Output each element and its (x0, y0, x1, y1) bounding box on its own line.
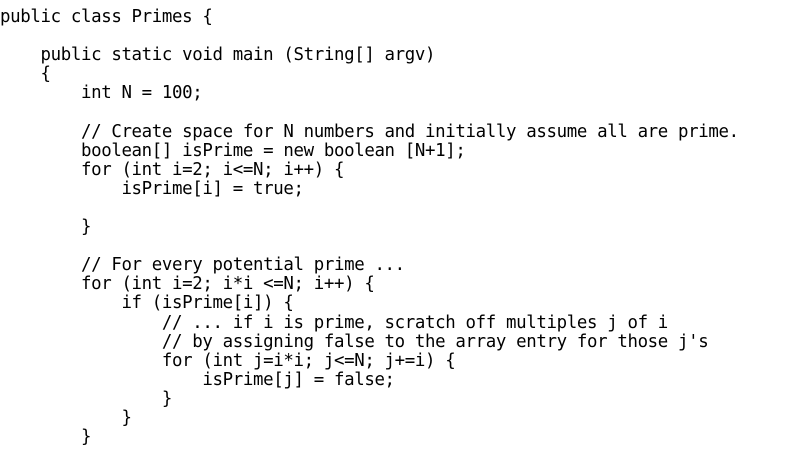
code-line: } (0, 407, 132, 428)
code-line: // For every potential prime ... (0, 255, 405, 276)
code-line: // by assigning false to the array entry… (0, 331, 709, 352)
code-line: for (int i=2; i<=N; i++) { (0, 159, 345, 180)
code-line: public static void main (String[] argv) (0, 45, 436, 66)
code-line: for (int j=i*i; j<=N; j+=i) { (0, 350, 456, 371)
code-line: for (int i=2; i*i <=N; i++) { (0, 274, 375, 295)
code-line: boolean[] isPrime = new boolean [N+1]; (0, 140, 466, 161)
code-line: } (0, 388, 173, 409)
code-line: // Create space for N numbers and initia… (0, 121, 739, 142)
code-line: } (0, 217, 92, 238)
code-line: if (isPrime[i]) { (0, 293, 294, 314)
code-line: } (0, 427, 92, 448)
code-line: // ... if i is prime, scratch off multip… (0, 312, 668, 333)
code-line: isPrime[i] = true; (0, 178, 304, 199)
code-line: int N = 100; (0, 83, 203, 104)
code-line: public class Primes { (0, 8, 213, 27)
code-line: { (0, 64, 51, 85)
code-editor: public class Primes { public static void… (0, 8, 808, 457)
code-line: isPrime[j] = false; (0, 369, 395, 390)
